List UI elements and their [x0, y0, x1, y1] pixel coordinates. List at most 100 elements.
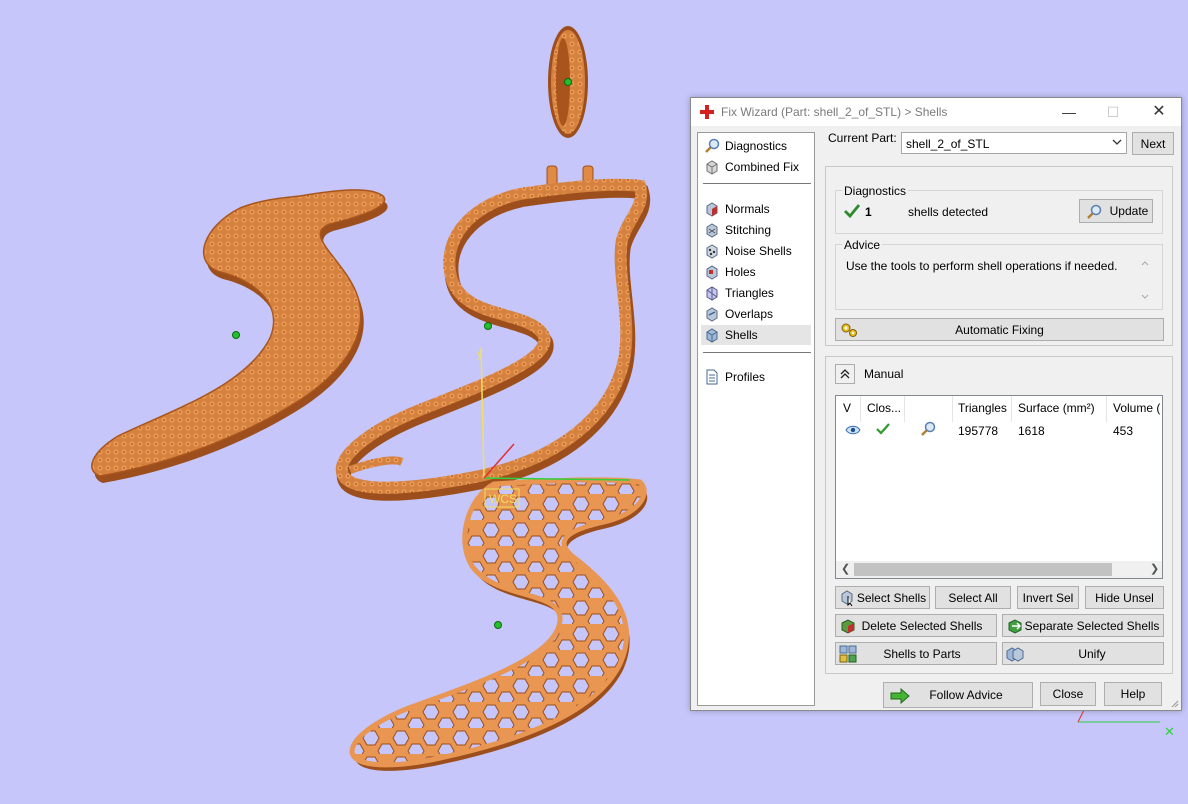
noise-cube-icon: [706, 244, 718, 259]
nav-item-stitching[interactable]: Stitching: [701, 220, 811, 240]
table-horizontal-scrollbar[interactable]: ❮ ❯: [836, 561, 1162, 578]
advice-text: Use the tools to perform shell operation…: [846, 259, 1118, 273]
unify-button[interactable]: Unify: [1002, 642, 1164, 665]
eye-icon[interactable]: [845, 425, 861, 435]
shell-count: 1: [865, 205, 872, 219]
overlaps-cube-icon: [706, 307, 718, 322]
document-icon: [706, 369, 718, 385]
outline-s-shell[interactable]: [335, 165, 651, 501]
follow-advice-button[interactable]: Follow Advice: [883, 682, 1033, 708]
select-all-label: Select All: [948, 590, 998, 605]
col-triangles[interactable]: Triangles: [958, 401, 1007, 419]
invert-sel-label: Invert Sel: [1022, 590, 1074, 605]
nav-label: Overlaps: [725, 307, 774, 321]
check-icon: [876, 423, 890, 435]
follow-advice-label: Follow Advice: [929, 688, 1003, 702]
close-window-button[interactable]: ✕: [1137, 98, 1181, 126]
next-label: Next: [1140, 136, 1166, 151]
advice-group: [835, 244, 1163, 310]
col-volume[interactable]: Volume (: [1113, 401, 1160, 419]
normals-cube-icon: [706, 202, 718, 217]
nav-label: Profiles: [725, 370, 766, 384]
holes-cube-icon: [706, 265, 718, 280]
invert-sel-button[interactable]: Invert Sel: [1017, 586, 1079, 609]
nav-separator: [703, 183, 811, 184]
nav-label: Holes: [725, 265, 756, 279]
nav-item-overlaps[interactable]: Overlaps: [701, 304, 811, 324]
nav-item-diagnostics[interactable]: Diagnostics: [701, 136, 811, 156]
bail-ring[interactable]: [548, 26, 588, 138]
advice-group-label: Advice: [842, 238, 883, 252]
current-part-select[interactable]: shell_2_of_STL: [901, 132, 1127, 154]
nav-item-profiles[interactable]: Profiles: [701, 367, 811, 387]
nav-item-shells[interactable]: Shells: [701, 325, 811, 345]
col-closed[interactable]: Clos...: [867, 401, 901, 419]
scroll-left-icon[interactable]: ❮: [841, 562, 850, 575]
double-chevron-up-icon: [840, 369, 850, 379]
corner-axes-triad: ✕: [1077, 709, 1175, 739]
automatic-fixing-button[interactable]: Automatic Fixing: [835, 318, 1164, 341]
nav-label: Normals: [725, 202, 770, 216]
cell-triangles: 195778: [958, 424, 999, 438]
check-icon: [844, 204, 860, 219]
magnifier-icon: [705, 138, 720, 153]
nav-item-triangles[interactable]: Triangles: [701, 283, 811, 303]
stitching-cube-icon: [706, 223, 718, 238]
current-part-label: Current Part:: [828, 131, 897, 145]
col-visible[interactable]: V: [843, 401, 851, 419]
shells-table[interactable]: V Clos... Triangles Surface (mm²) Volume…: [835, 395, 1163, 579]
nav-separator: [703, 352, 811, 353]
separate-selected-label: Separate Selected Shells: [1024, 618, 1160, 633]
table-row[interactable]: 195778 1618 453: [836, 420, 1162, 440]
close-button[interactable]: Close: [1040, 682, 1096, 706]
shells-cube-icon: [706, 328, 718, 343]
diagnostics-group-label: Diagnostics: [842, 184, 909, 198]
nav-label: Triangles: [725, 286, 774, 300]
nav-item-combined-fix[interactable]: Combined Fix: [701, 157, 811, 177]
title-bar[interactable]: Fix Wizard (Part: shell_2_of_STL) > Shel…: [691, 98, 1181, 126]
col-surface[interactable]: Surface (mm²): [1018, 401, 1095, 419]
red-cross-icon: [700, 105, 714, 119]
cube-icon: [706, 160, 718, 175]
delete-selected-shells-button[interactable]: Delete Selected Shells: [835, 614, 997, 637]
hide-unsel-label: Hide Unsel: [1095, 590, 1154, 605]
shells-to-parts-button[interactable]: Shells to Parts: [835, 642, 997, 665]
minimize-button[interactable]: —: [1047, 98, 1091, 126]
scroll-right-icon[interactable]: ❯: [1150, 562, 1159, 575]
honeycomb-s-shell[interactable]: [349, 477, 648, 771]
cell-volume: 453: [1113, 424, 1134, 438]
nav-label: Combined Fix: [725, 160, 800, 174]
current-part-value: shell_2_of_STL: [906, 137, 990, 151]
select-all-button[interactable]: Select All: [935, 586, 1011, 609]
automatic-fixing-label: Automatic Fixing: [955, 322, 1044, 337]
resize-grip-icon[interactable]: [1169, 698, 1179, 708]
nav-label: Noise Shells: [725, 244, 792, 258]
window-title: Fix Wizard (Part: shell_2_of_STL) > Shel…: [721, 105, 948, 119]
solid-s-shell[interactable]: [91, 189, 388, 483]
delete-selected-label: Delete Selected Shells: [861, 618, 983, 633]
collapse-manual-button[interactable]: [835, 364, 855, 384]
hide-unsel-button[interactable]: Hide Unsel: [1085, 586, 1164, 609]
magnifier-icon[interactable]: [920, 421, 936, 437]
chevron-down-icon: [1112, 139, 1122, 145]
unify-label: Unify: [1078, 646, 1106, 661]
nav-item-holes[interactable]: Holes: [701, 262, 811, 282]
nav-item-normals[interactable]: Normals: [701, 199, 811, 219]
help-button[interactable]: Help: [1104, 682, 1162, 706]
select-shells-button[interactable]: Select Shells: [835, 586, 930, 609]
update-button[interactable]: Update: [1079, 199, 1153, 223]
wizard-nav: Diagnostics Combined Fix Normals Stitchi…: [697, 132, 815, 706]
select-cursor-icon: [841, 590, 853, 606]
maximize-button[interactable]: ☐: [1091, 98, 1135, 126]
next-button[interactable]: Next: [1132, 132, 1174, 155]
magnifier-icon: [1087, 204, 1102, 219]
nav-label: Shells: [725, 328, 758, 342]
nav-label: Diagnostics: [725, 139, 788, 153]
fix-wizard-dialog[interactable]: Fix Wizard (Part: shell_2_of_STL) > Shel…: [690, 97, 1182, 711]
y-axis-label: y: [477, 348, 483, 360]
separate-selected-shells-button[interactable]: Separate Selected Shells: [1002, 614, 1164, 637]
scroll-thumb[interactable]: [854, 563, 1112, 576]
nav-item-noise-shells[interactable]: Noise Shells: [701, 241, 811, 261]
cell-surface: 1618: [1018, 424, 1045, 438]
advice-scrollbar[interactable]: [1140, 259, 1150, 303]
